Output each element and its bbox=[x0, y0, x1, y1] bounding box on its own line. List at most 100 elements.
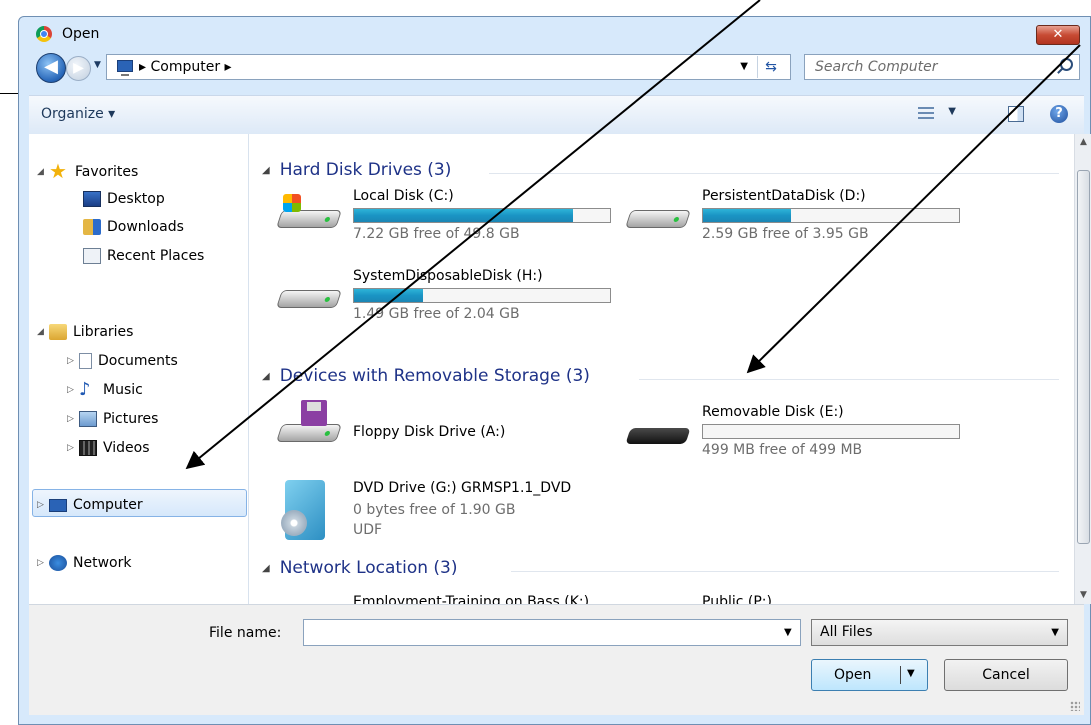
drive-free-space: 2.59 GB free of 3.95 GB bbox=[702, 226, 869, 242]
navigation-pane: ◢ ★ Favorites Desktop Downloads Recent P… bbox=[29, 134, 249, 604]
navigation-bar: ◀ ▶ ▼ ▸ Computer ▸ ▼ ⇆ Search Computer bbox=[19, 49, 1090, 89]
sidebar-item-label: Favorites bbox=[75, 164, 139, 180]
group-header-removable[interactable]: ◢ Devices with Removable Storage (3) bbox=[262, 366, 590, 386]
desktop-icon bbox=[83, 191, 101, 207]
drive-name: DVD Drive (G:) GRMSP1.1_DVD bbox=[353, 480, 572, 496]
sidebar-item-label: Desktop bbox=[107, 191, 165, 207]
drive-h[interactable]: SystemDisposableDisk (H:) 1.49 GB free o… bbox=[273, 268, 611, 328]
group-header-hard-disks[interactable]: ◢ Hard Disk Drives (3) bbox=[262, 160, 451, 180]
sidebar-item-desktop[interactable]: Desktop bbox=[83, 188, 165, 210]
group-header-network[interactable]: ◢ Network Location (3) bbox=[262, 558, 457, 578]
drive-name: Public (P:) bbox=[702, 594, 772, 604]
group-header-label: Hard Disk Drives (3) bbox=[279, 160, 452, 180]
sidebar-item-videos[interactable]: ▷ Videos bbox=[67, 437, 150, 459]
cancel-button[interactable]: Cancel bbox=[944, 659, 1068, 691]
drive-usage-fill bbox=[354, 209, 573, 222]
back-button[interactable]: ◀ bbox=[36, 53, 66, 83]
command-bar: Organize ▾ ▼ ? bbox=[29, 95, 1084, 135]
address-bar[interactable]: ▸ Computer ▸ ▼ ⇆ bbox=[106, 54, 791, 80]
sidebar-item-music[interactable]: ▷ ♪ Music bbox=[67, 379, 143, 401]
recent-pages-dropdown-icon[interactable]: ▼ bbox=[94, 60, 101, 70]
open-file-dialog: Open ✕ ◀ ▶ ▼ ▸ Computer ▸ ▼ ⇆ Search Com… bbox=[18, 16, 1091, 725]
sidebar-item-downloads[interactable]: Downloads bbox=[83, 216, 184, 238]
computer-icon bbox=[117, 60, 133, 76]
title-bar: Open ✕ bbox=[19, 17, 1090, 47]
search-icon[interactable] bbox=[1060, 58, 1073, 71]
sidebar-item-pictures[interactable]: ▷ Pictures bbox=[67, 408, 158, 430]
group-divider bbox=[639, 379, 1059, 380]
scrollbar-thumb[interactable] bbox=[1077, 170, 1090, 544]
scroll-up-arrow-icon[interactable]: ▲ bbox=[1075, 134, 1091, 151]
group-header-label: Devices with Removable Storage (3) bbox=[279, 366, 590, 386]
windows-logo-icon bbox=[283, 194, 301, 212]
chrome-app-icon bbox=[36, 26, 52, 42]
sidebar-item-label: Pictures bbox=[103, 411, 159, 427]
search-box[interactable]: Search Computer bbox=[804, 54, 1080, 80]
preview-pane-icon[interactable] bbox=[1008, 106, 1024, 122]
group-divider bbox=[511, 571, 1059, 572]
resize-grip-icon[interactable] bbox=[1070, 701, 1080, 711]
filename-label: File name: bbox=[209, 625, 282, 641]
sidebar-item-network[interactable]: ▷ Network bbox=[37, 552, 131, 574]
sidebar-item-label: Libraries bbox=[73, 324, 134, 340]
drive-name: Removable Disk (E:) bbox=[702, 404, 844, 420]
collapsed-arrow-icon[interactable]: ▷ bbox=[37, 500, 49, 510]
drive-name: Local Disk (C:) bbox=[353, 188, 454, 204]
group-collapse-arrow-icon[interactable]: ◢ bbox=[262, 165, 270, 176]
drive-usage-bar bbox=[353, 288, 611, 303]
filename-input[interactable] bbox=[303, 619, 801, 646]
drive-a[interactable]: Floppy Disk Drive (A:) bbox=[273, 400, 603, 462]
sidebar-item-libraries[interactable]: ◢ Libraries bbox=[37, 321, 133, 343]
file-type-select[interactable]: All Files ▼ bbox=[811, 619, 1068, 646]
sidebar-item-recent-places[interactable]: Recent Places bbox=[83, 245, 204, 267]
chevron-down-icon: ▼ bbox=[1051, 627, 1059, 638]
group-collapse-arrow-icon[interactable]: ◢ bbox=[262, 371, 270, 382]
open-options-dropdown-icon[interactable]: ▼ bbox=[907, 668, 915, 679]
drive-k[interactable]: Employment-Training on Bass (K:) bbox=[273, 594, 603, 604]
open-button[interactable]: Open ▼ bbox=[811, 659, 928, 691]
sidebar-item-label: Recent Places bbox=[107, 248, 205, 264]
music-note-icon: ♪ bbox=[79, 379, 91, 400]
drive-usage-bar bbox=[702, 424, 960, 439]
star-icon: ★ bbox=[49, 159, 67, 183]
vertical-scrollbar[interactable]: ▲ ▼ bbox=[1074, 134, 1091, 604]
scroll-down-arrow-icon[interactable]: ▼ bbox=[1075, 587, 1091, 604]
forward-button[interactable]: ▶ bbox=[66, 56, 91, 81]
help-icon[interactable]: ? bbox=[1050, 105, 1068, 123]
sidebar-item-label: Documents bbox=[98, 353, 178, 369]
floppy-drive-icon bbox=[276, 400, 343, 446]
drive-free-space: 1.49 GB free of 2.04 GB bbox=[353, 306, 520, 322]
drive-g[interactable]: DVD Drive (G:) GRMSP1.1_DVD 0 bytes free… bbox=[273, 480, 603, 552]
collapsed-arrow-icon[interactable]: ▷ bbox=[37, 558, 49, 568]
computer-icon bbox=[49, 498, 67, 512]
change-view-icon[interactable] bbox=[918, 107, 934, 121]
collapsed-arrow-icon[interactable]: ▷ bbox=[67, 385, 79, 395]
drive-name: PersistentDataDisk (D:) bbox=[702, 188, 866, 204]
close-button[interactable]: ✕ bbox=[1036, 25, 1080, 45]
organize-button[interactable]: Organize ▾ bbox=[41, 106, 115, 122]
address-breadcrumb[interactable]: ▸ Computer ▸ bbox=[139, 59, 232, 75]
sidebar-item-computer[interactable]: ▷ Computer bbox=[37, 494, 143, 516]
address-dropdown-icon[interactable]: ▼ bbox=[740, 61, 748, 72]
group-collapse-arrow-icon[interactable]: ◢ bbox=[262, 563, 270, 574]
collapsed-arrow-icon[interactable]: ▷ bbox=[67, 414, 79, 424]
drive-usage-bar bbox=[353, 208, 611, 223]
removable-disk-icon bbox=[625, 418, 692, 448]
expanded-arrow-icon[interactable]: ◢ bbox=[37, 327, 49, 337]
sidebar-item-documents[interactable]: ▷ Documents bbox=[67, 350, 178, 372]
drive-c[interactable]: Local Disk (C:) 7.22 GB free of 49.8 GB bbox=[273, 188, 611, 248]
drive-d[interactable]: PersistentDataDisk (D:) 2.59 GB free of … bbox=[622, 188, 960, 248]
sidebar-item-label: Videos bbox=[103, 440, 150, 456]
group-header-label: Network Location (3) bbox=[279, 558, 458, 578]
hard-disk-icon bbox=[276, 194, 343, 232]
collapsed-arrow-icon[interactable]: ▷ bbox=[67, 443, 79, 453]
drive-name: SystemDisposableDisk (H:) bbox=[353, 268, 543, 284]
drive-p[interactable]: Public (P:) bbox=[622, 594, 952, 604]
collapsed-arrow-icon[interactable]: ▷ bbox=[67, 356, 79, 366]
sidebar-item-label: Music bbox=[103, 382, 143, 398]
view-options-dropdown-icon[interactable]: ▼ bbox=[948, 106, 956, 117]
expanded-arrow-icon[interactable]: ◢ bbox=[37, 167, 49, 177]
drive-e[interactable]: Removable Disk (E:) 499 MB free of 499 M… bbox=[622, 404, 960, 464]
sidebar-item-favorites[interactable]: ◢ ★ Favorites bbox=[37, 161, 138, 183]
refresh-icon[interactable]: ⇆ bbox=[757, 56, 784, 78]
